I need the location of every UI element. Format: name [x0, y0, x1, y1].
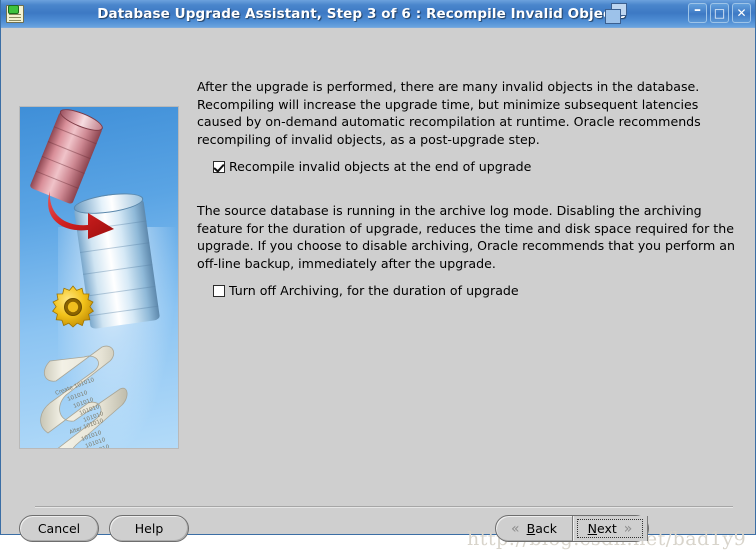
help-button-label: Help — [134, 521, 164, 536]
archiving-checkbox-row[interactable]: Turn off Archiving, for the duration of … — [213, 282, 737, 299]
back-rest: ack — [535, 521, 557, 536]
help-button[interactable]: Help — [109, 515, 189, 542]
next-mnemonic: N — [587, 521, 597, 536]
database-upgrade-icon — [6, 4, 24, 23]
cascade-front-square — [605, 9, 621, 24]
back-mnemonic: B — [526, 521, 536, 536]
next-button-label: Next — [588, 521, 617, 536]
navigation-button-group: « Back Next » — [495, 515, 649, 542]
cascade-windows-icon[interactable] — [605, 3, 629, 26]
close-icon: ✕ — [736, 6, 747, 20]
chevron-left-icon: « — [511, 520, 520, 537]
minimize-icon: – — [694, 2, 701, 18]
archiving-description: The source database is running in the ar… — [197, 203, 735, 271]
recompile-checkbox-label: Recompile invalid objects at the end of … — [229, 159, 532, 174]
window-controls: – □ ✕ — [688, 3, 751, 23]
back-button-label: Back — [527, 521, 557, 536]
window-title: Database Upgrade Assistant, Step 3 of 6 … — [97, 5, 626, 22]
dialog-body: Create 101010 101010 101010 101010 10101… — [1, 28, 755, 550]
archiving-checkbox-label: Turn off Archiving, for the duration of … — [229, 283, 519, 298]
archiving-checkbox[interactable] — [213, 285, 225, 297]
recompile-checkbox-row[interactable]: Recompile invalid objects at the end of … — [213, 158, 737, 175]
minimize-button[interactable]: – — [688, 3, 707, 23]
close-button[interactable]: ✕ — [732, 3, 751, 23]
recompile-checkbox[interactable] — [213, 161, 225, 173]
dialog-content: After the upgrade is performed, there ar… — [197, 78, 737, 299]
title-bar: Database Upgrade Assistant, Step 3 of 6 … — [1, 0, 755, 28]
sql-scroll-icon: Create 101010 101010 101010 101010 10101… — [40, 345, 128, 448]
recompile-description: After the upgrade is performed, there ar… — [197, 79, 701, 147]
dialog-window: Database Upgrade Assistant, Step 3 of 6 … — [0, 0, 756, 550]
next-button[interactable]: Next » — [572, 516, 648, 541]
next-rest: ext — [597, 521, 617, 536]
chevron-right-icon: » — [623, 520, 633, 537]
cancel-button[interactable]: Cancel — [19, 515, 99, 542]
recompile-gear-icon — [52, 285, 94, 328]
footer-divider — [35, 506, 733, 508]
cancel-button-label: Cancel — [37, 521, 81, 536]
upgrade-arrow-icon — [48, 191, 114, 239]
maximize-icon: □ — [713, 6, 726, 20]
maximize-button[interactable]: □ — [710, 3, 729, 23]
database-upgrade-illustration: Create 101010 101010 101010 101010 10101… — [19, 106, 179, 449]
button-bar: Cancel Help « Back Next » — [1, 515, 755, 551]
back-button[interactable]: « Back — [496, 516, 572, 541]
